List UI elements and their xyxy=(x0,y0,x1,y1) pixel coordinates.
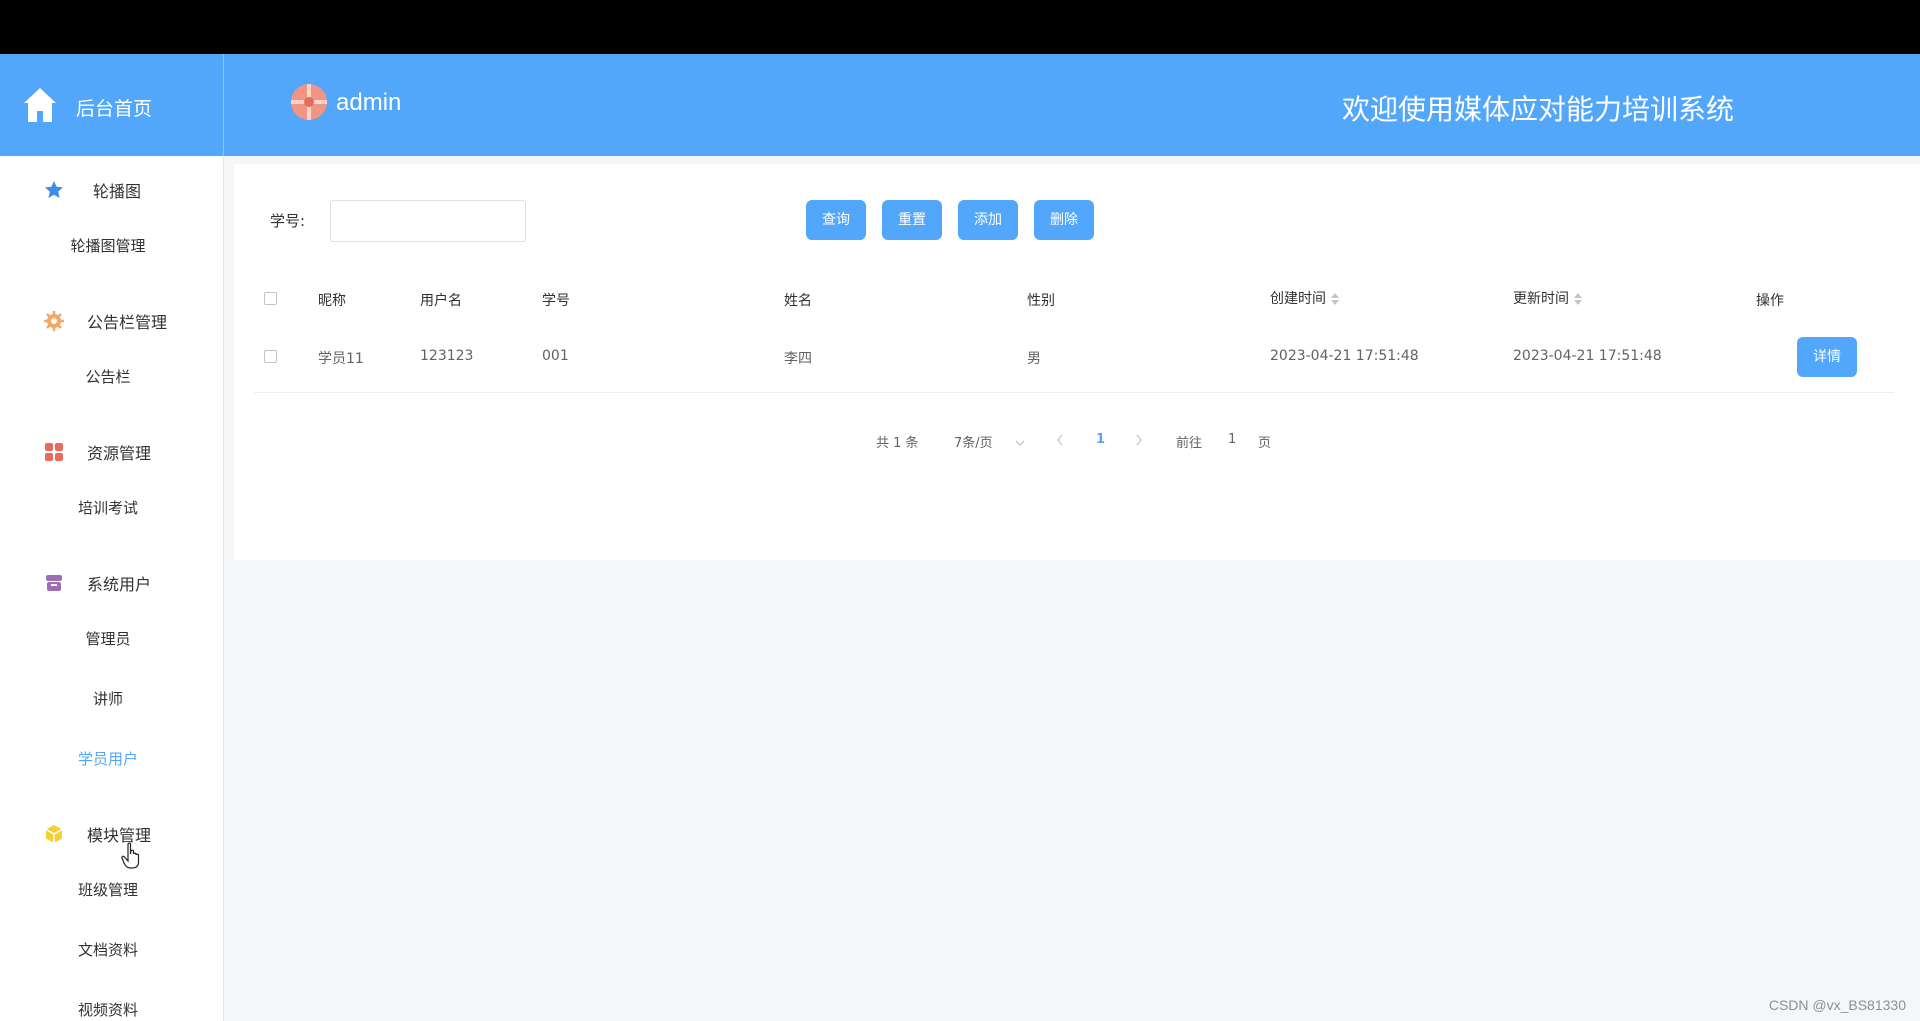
menu-item-videos[interactable]: 视频资料 xyxy=(0,990,216,1021)
menu-group-system-users[interactable]: 系统用户 xyxy=(0,561,223,601)
menu-group-module[interactable]: 模块管理 xyxy=(0,812,223,852)
table-row: 学员11 123123 001 李四 男 2023-04-21 17:51:48… xyxy=(254,322,1894,393)
hand-cursor-icon xyxy=(121,842,140,869)
column-header: 用户名 xyxy=(420,293,462,309)
menu-group-label: 系统用户 xyxy=(86,575,151,594)
reset-button[interactable]: 重置 xyxy=(882,200,942,240)
column-header-label: 更新时间 xyxy=(1513,291,1569,307)
pagination: 共 1 条 7条/页 1 前往 1 页 xyxy=(234,428,1920,452)
cell-created: 2023-04-21 17:51:48 xyxy=(1270,348,1419,364)
delete-button[interactable]: 删除 xyxy=(1034,200,1094,240)
student-no-input[interactable] xyxy=(330,200,526,242)
menu-group-resource[interactable]: 资源管理 xyxy=(0,430,223,470)
query-button[interactable]: 查询 xyxy=(806,200,866,240)
column-header-sortable[interactable]: 创建时间 xyxy=(1270,288,1340,308)
avatar xyxy=(291,84,327,120)
row-checkbox[interactable] xyxy=(264,350,277,363)
cell-gender: 男 xyxy=(1027,351,1041,367)
sidebar: 轮播图 轮播图管理 公告栏管理 公告栏 资源管理 培训考试 系统用户 管理员 讲… xyxy=(0,156,224,1021)
cell-nickname: 学员11 xyxy=(318,351,364,367)
cell-username: 123123 xyxy=(420,348,474,364)
menu-item-admin[interactable]: 管理员 xyxy=(0,619,216,659)
page-size-value: 7条/页 xyxy=(954,436,993,451)
top-header: 后台首页 admin 欢迎使用媒体应对能力培训系统 xyxy=(0,54,1920,156)
select-all-checkbox[interactable] xyxy=(264,292,277,305)
menu-item-documents[interactable]: 文档资料 xyxy=(0,930,216,970)
cell-name: 李四 xyxy=(784,351,812,367)
sort-icon[interactable] xyxy=(1573,292,1583,306)
menu-item-student-users[interactable]: 学员用户 xyxy=(0,739,216,779)
cell-updated: 2023-04-21 17:51:48 xyxy=(1513,348,1662,364)
home-label: 后台首页 xyxy=(76,98,153,120)
current-page[interactable]: 1 xyxy=(1096,432,1105,447)
goto-label: 前往 xyxy=(1176,436,1203,451)
menu-item-carousel-manage[interactable]: 轮播图管理 xyxy=(0,226,216,266)
home-link[interactable]: 后台首页 xyxy=(0,54,224,156)
username: admin xyxy=(336,89,402,116)
add-button[interactable]: 添加 xyxy=(958,200,1018,240)
pagination-total: 共 1 条 xyxy=(876,436,919,451)
app-root: 后台首页 admin 欢迎使用媒体应对能力培训系统 轮播图 轮播图管理 公告栏管… xyxy=(0,54,1920,1021)
watermark: CSDN @vx_BS81330 xyxy=(1768,997,1906,1013)
sort-icon[interactable] xyxy=(1330,292,1340,306)
goto-page-input[interactable]: 1 xyxy=(1228,432,1236,447)
detail-button[interactable]: 详情 xyxy=(1797,337,1857,377)
menu-item-notice[interactable]: 公告栏 xyxy=(0,357,216,397)
student-no-label: 学号: xyxy=(270,212,306,230)
menu-group-label: 模块管理 xyxy=(86,826,151,845)
column-header: 姓名 xyxy=(784,293,812,309)
home-icon xyxy=(24,88,56,122)
page-unit-label: 页 xyxy=(1258,436,1272,451)
menu-group-notice[interactable]: 公告栏管理 xyxy=(0,299,223,339)
menu-group-carousel[interactable]: 轮播图 xyxy=(0,168,223,208)
system-title: 欢迎使用媒体应对能力培训系统 xyxy=(1342,93,1735,126)
table-header: 昵称 用户名 学号 姓名 性别 创建时间 更新时间 操作 xyxy=(254,274,1894,322)
column-header-sortable[interactable]: 更新时间 xyxy=(1513,288,1583,308)
menu-group-label: 公告栏管理 xyxy=(86,313,167,332)
column-header: 性别 xyxy=(1027,293,1055,309)
menu-item-lecturer[interactable]: 讲师 xyxy=(0,679,216,719)
menu-group-label: 轮播图 xyxy=(92,182,141,201)
column-header: 操作 xyxy=(1756,293,1784,309)
main-panel: 学号: 查询 重置 添加 删除 昵称 用户名 学号 姓名 性别 创建时间 更新时… xyxy=(234,164,1920,560)
column-header-label: 创建时间 xyxy=(1270,291,1326,307)
chevron-down-icon xyxy=(1015,440,1025,446)
next-page-icon[interactable] xyxy=(1135,434,1143,446)
cell-student-no: 001 xyxy=(542,348,569,364)
prev-page-icon[interactable] xyxy=(1056,434,1064,446)
column-header: 学号 xyxy=(542,293,570,309)
page-size-select[interactable]: 7条/页 xyxy=(954,432,1025,451)
column-header: 昵称 xyxy=(318,293,346,309)
menu-item-training-exam[interactable]: 培训考试 xyxy=(0,488,216,528)
menu-item-class-manage[interactable]: 班级管理 xyxy=(0,870,216,910)
menu-group-label: 资源管理 xyxy=(86,444,151,463)
